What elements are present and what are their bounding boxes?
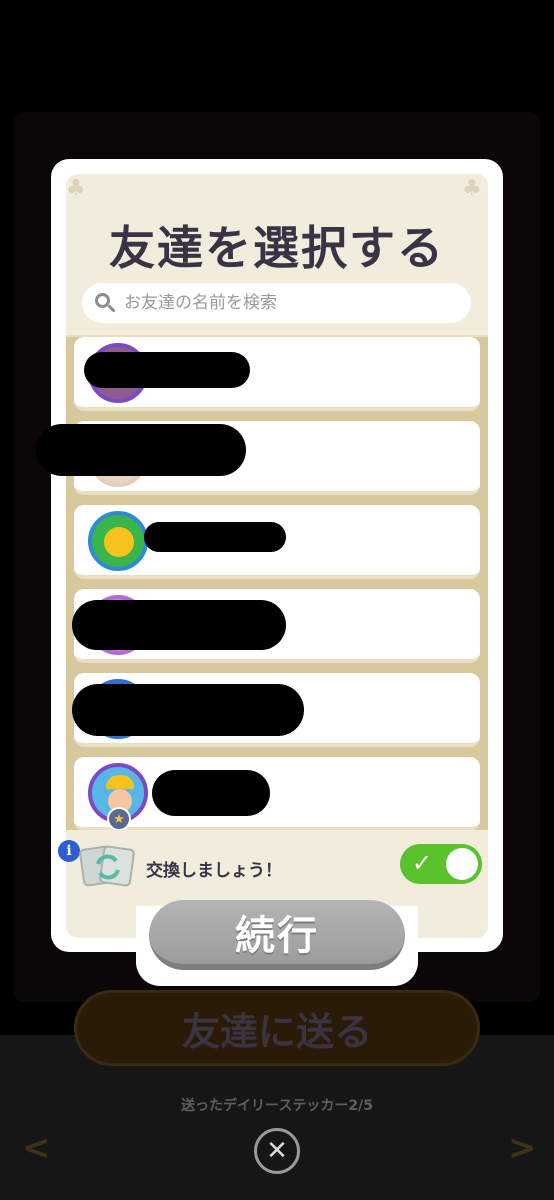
trade-label: 交換しましょう！ xyxy=(146,861,282,881)
send-to-friend-button: 友達に送る xyxy=(74,990,480,1066)
redacted-name xyxy=(72,600,286,650)
friend-row[interactable]: ★ xyxy=(74,757,480,831)
modal-title: 友達を選択する xyxy=(109,221,445,275)
daily-sticker-count: 送ったデイリーステッカー2/5 xyxy=(181,1098,373,1114)
redacted-name xyxy=(36,424,246,476)
redacted-name xyxy=(152,770,270,816)
toggle-knob xyxy=(446,848,478,880)
redacted-name xyxy=(144,522,286,552)
continue-button[interactable]: 続行 xyxy=(149,900,405,970)
redacted-name xyxy=(84,352,250,388)
continue-label: 続行 xyxy=(235,913,319,959)
trade-toggle[interactable]: ✓ xyxy=(400,844,482,884)
redacted-name xyxy=(72,684,304,736)
search-icon xyxy=(94,292,116,314)
trade-sticker-icon xyxy=(79,845,135,887)
close-button[interactable]: ✕ xyxy=(254,1128,300,1174)
friend-avatar xyxy=(88,511,148,571)
friend-search-input[interactable] xyxy=(124,293,444,313)
prev-arrow-icon: < xyxy=(22,1128,51,1168)
star-badge-icon: ★ xyxy=(107,807,131,831)
close-icon: ✕ xyxy=(266,1136,288,1166)
send-to-friend-label: 友達に送る xyxy=(181,1009,372,1054)
checkmark-icon: ✓ xyxy=(412,849,433,877)
next-arrow-icon: > xyxy=(508,1128,537,1168)
tree-ornament-icon: ♣ xyxy=(462,176,482,201)
info-icon[interactable]: i xyxy=(58,840,80,862)
tree-ornament-icon: ♣ xyxy=(66,176,86,201)
friend-search-field[interactable] xyxy=(82,283,471,323)
